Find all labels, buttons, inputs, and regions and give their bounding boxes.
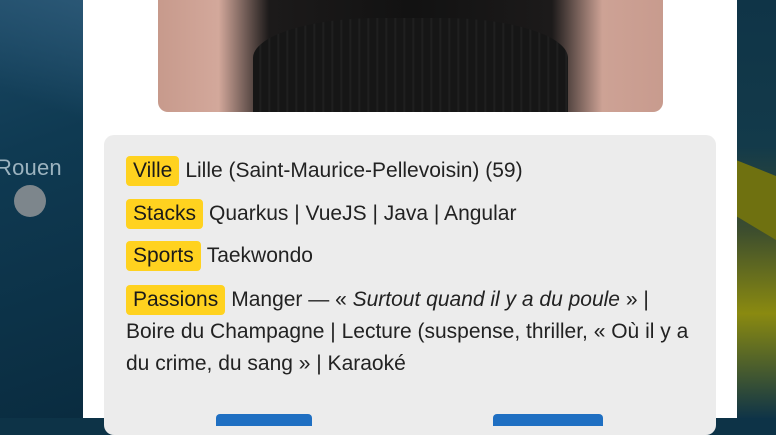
- action-button-left[interactable]: [216, 414, 312, 426]
- sports-tag: Sports: [126, 241, 201, 271]
- passions-tag: Passions: [126, 285, 226, 315]
- ville-tag: Ville: [126, 156, 180, 186]
- ville-value: Lille (Saint-Maurice-Pellevoisin) (59): [185, 159, 523, 182]
- photo-sweater: [253, 18, 568, 112]
- info-row-ville: Ville Lille (Saint-Maurice-Pellevoisin) (…: [126, 155, 698, 187]
- passions-value-quote: Surtout quand il y a du poule: [352, 288, 620, 311]
- profile-photo: [158, 0, 663, 112]
- map-city-marker[interactable]: [14, 185, 46, 217]
- map-left-wedge: [0, 0, 83, 120]
- profile-panel: Ville Lille (Saint-Maurice-Pellevoisin) (…: [83, 0, 737, 435]
- passions-value-start: Manger — «: [231, 288, 353, 311]
- action-button-right[interactable]: [493, 414, 603, 426]
- map-city-label: Rouen: [0, 155, 62, 180]
- stacks-value: Quarkus | VueJS | Java | Angular: [209, 202, 517, 225]
- info-row-sports: Sports Taekwondo: [126, 240, 698, 272]
- sports-value: Taekwondo: [206, 244, 313, 267]
- profile-info-card: Ville Lille (Saint-Maurice-Pellevoisin) (…: [104, 135, 716, 435]
- info-row-stacks: Stacks Quarkus | VueJS | Java | Angular: [126, 198, 698, 230]
- stacks-tag: Stacks: [126, 199, 204, 229]
- info-row-passions: Passions Manger — « Surtout quand il y a …: [126, 284, 698, 380]
